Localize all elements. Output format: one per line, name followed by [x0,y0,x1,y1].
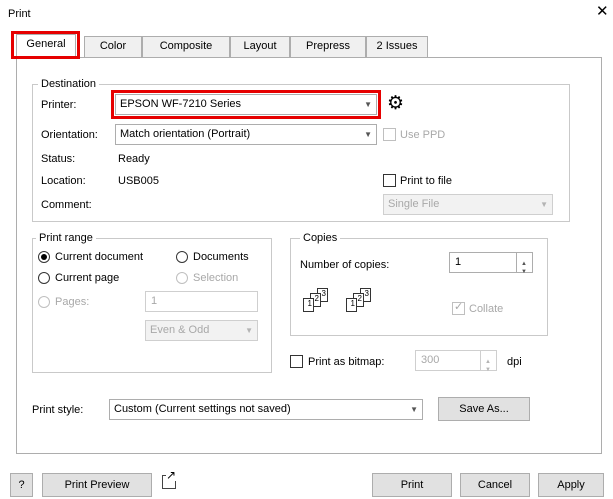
destination-legend: Destination [38,78,100,90]
tab-composite[interactable]: Composite [142,36,230,57]
apply-button[interactable]: Apply [538,473,604,497]
selection-label: Selection [193,272,239,284]
print-range-legend: Print range [36,232,96,244]
help-button[interactable]: ? [10,473,33,497]
print-as-bitmap-label: Print as bitmap: [308,356,385,368]
copies-value: 1 [455,256,462,268]
pages-label: Pages: [55,296,90,308]
tab-general[interactable]: General [16,34,76,57]
print-style-select[interactable]: Custom (Current settings not saved) ▼ [109,399,423,420]
chevron-down-icon: ▼ [410,405,418,414]
chevron-down-icon: ▼ [540,200,548,209]
page-filter-value: Even & Odd [150,324,210,336]
printer-value: EPSON WF-7210 Series [120,98,242,110]
chevron-down-icon: ▼ [364,100,372,109]
documents-label: Documents [193,251,249,263]
copies-spinner[interactable]: ▲ ▼ [516,253,532,275]
use-ppd-label: Use PPD [400,129,446,141]
tab-issues[interactable]: 2 Issues [366,36,428,57]
collate-checkbox[interactable] [452,300,465,315]
file-mode-value: Single File [388,198,440,210]
current-document-label: Current document [55,251,144,263]
file-mode-select[interactable]: Single File ▼ [383,194,553,215]
location-label: Location: [41,175,86,187]
tab-prepress[interactable]: Prepress [290,36,366,57]
collate-label: Collate [469,303,504,315]
printer-select[interactable]: EPSON WF-7210 Series ▼ [115,94,377,115]
status-value: Ready [118,153,150,165]
dpi-unit-label: dpi [507,356,522,368]
uncollated-pages-icon: 3 2 1 [303,288,333,314]
print-preview-button[interactable]: Print Preview [42,473,152,497]
status-label: Status: [41,153,76,165]
cancel-button[interactable]: Cancel [460,473,530,497]
current-document-radio[interactable] [38,251,50,263]
use-ppd-checkbox[interactable] [383,128,396,141]
tab-layout[interactable]: Layout [230,36,290,57]
orientation-label: Orientation: [41,129,98,141]
chevron-down-icon: ▼ [364,130,372,139]
orientation-value: Match orientation (Portrait) [120,128,251,140]
save-as-button[interactable]: Save As... [438,397,530,421]
gear-icon[interactable]: ⚙ [387,94,404,113]
comment-label: Comment: [41,199,92,211]
print-to-file-label: Print to file [400,175,452,187]
pages-input[interactable]: 1 [145,291,258,312]
copies-stepper[interactable]: 1 ▲ ▼ [449,252,533,275]
location-value: USB005 [118,175,159,187]
dpi-spinner[interactable]: ▲ ▼ [480,351,496,373]
open-external-icon[interactable] [162,469,177,489]
printer-label: Printer: [41,99,77,111]
orientation-select[interactable]: Match orientation (Portrait) ▼ [115,124,377,145]
window-title: Print [8,8,31,20]
spin-down-icon[interactable]: ▼ [485,361,491,380]
documents-radio[interactable] [176,251,188,263]
current-page-label: Current page [55,272,120,284]
close-icon[interactable]: ✕ [596,2,609,20]
print-style-label: Print style: [32,404,84,416]
print-button[interactable]: Print [372,473,452,497]
spin-down-icon[interactable]: ▼ [521,263,527,282]
selection-radio[interactable] [176,272,188,284]
collated-pages-icon: 3 2 1 [346,288,376,314]
chevron-down-icon: ▼ [245,326,253,335]
copies-legend: Copies [300,232,341,244]
number-of-copies-label: Number of copies: [300,259,390,271]
dpi-stepper[interactable]: 300 ▲ ▼ [415,350,497,373]
print-to-file-checkbox[interactable] [383,174,396,187]
page-filter-select[interactable]: Even & Odd ▼ [145,320,258,341]
current-page-radio[interactable] [38,272,50,284]
print-as-bitmap-checkbox[interactable] [290,355,303,368]
pages-radio[interactable] [38,296,50,308]
dpi-value: 300 [421,354,440,366]
tab-color[interactable]: Color [84,36,142,57]
print-style-value: Custom (Current settings not saved) [114,403,291,415]
